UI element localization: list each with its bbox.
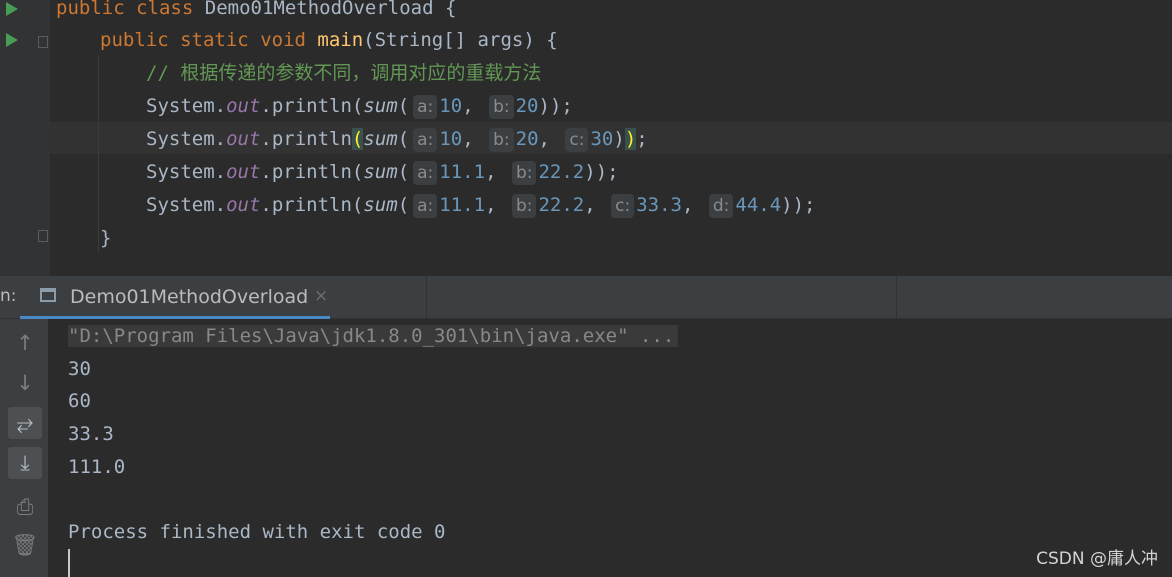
soft-wrap-icon[interactable]: ⥂ bbox=[8, 407, 42, 439]
divider bbox=[896, 276, 897, 318]
code-line-class-decl: public class Demo01MethodOverload { bbox=[56, 0, 457, 19]
scroll-to-end-icon[interactable]: ⤓ bbox=[8, 447, 42, 479]
param-hint: a: bbox=[413, 161, 438, 185]
editor-gutter bbox=[0, 0, 50, 276]
code-line-main-decl: public static void main(String[] args) { bbox=[100, 29, 558, 51]
code-editor[interactable]: public class Demo01MethodOverload { publ… bbox=[0, 0, 1172, 276]
param-hint: b: bbox=[511, 161, 537, 185]
console-output-line: 33.3 bbox=[68, 423, 114, 445]
indent-guide bbox=[98, 56, 99, 252]
code-line-call-current: System.out.println(sum(a: 10, b: 20, c: 30)… bbox=[146, 128, 648, 152]
text-caret bbox=[68, 549, 70, 577]
console-command-line: "D:\Program Files\Java\jdk1.8.0_301\bin\… bbox=[68, 322, 679, 350]
fold-icon[interactable] bbox=[38, 36, 48, 48]
console-output[interactable]: "D:\Program Files\Java\jdk1.8.0_301\bin\… bbox=[48, 319, 1172, 577]
code-line-call: System.out.println(sum(a: 11.1, b: 22.2, c… bbox=[146, 194, 816, 218]
watermark: CSDN @庸人冲 bbox=[1036, 549, 1158, 569]
arrow-down-icon[interactable]: ↓ bbox=[8, 367, 42, 399]
print-icon[interactable]: ⎙ bbox=[8, 491, 42, 523]
param-hint: b: bbox=[489, 95, 514, 119]
trash-icon[interactable]: 🗑 bbox=[8, 529, 42, 561]
console-output-line: 30 bbox=[68, 358, 91, 380]
param-hint: a: bbox=[413, 95, 438, 119]
code-line-call: System.out.println(sum(a: 11.1, b: 22.2)); bbox=[146, 161, 619, 185]
tab-demo01methodoverload[interactable]: Demo01MethodOverload × bbox=[20, 276, 330, 319]
divider bbox=[426, 276, 427, 318]
close-icon[interactable]: × bbox=[314, 286, 328, 306]
fold-icon[interactable] bbox=[38, 230, 48, 242]
run-class-icon[interactable] bbox=[6, 2, 18, 16]
tab-title: Demo01MethodOverload bbox=[70, 286, 309, 308]
code-closing-brace: } bbox=[100, 227, 112, 249]
param-hint: a: bbox=[413, 194, 438, 218]
code-line-call: System.out.println(sum(a: 10, b: 20)); bbox=[146, 95, 573, 119]
param-hint: c: bbox=[565, 128, 589, 152]
run-main-icon[interactable] bbox=[6, 33, 18, 47]
console-icon bbox=[40, 288, 56, 302]
param-hint: a: bbox=[413, 128, 438, 152]
param-hint: d: bbox=[708, 194, 734, 218]
run-toolbar: ↑ ↓ ⥂ ⤓ ⎙ 🗑 bbox=[0, 319, 48, 577]
param-hint: b: bbox=[511, 194, 537, 218]
console-exit-message: Process finished with exit code 0 bbox=[68, 521, 446, 543]
console-output-line: 60 bbox=[68, 390, 91, 412]
run-panel-header: n: Demo01MethodOverload × bbox=[0, 276, 1172, 319]
param-hint: b: bbox=[489, 128, 514, 152]
code-comment: // 根据传递的参数不同，调用对应的重载方法 bbox=[146, 62, 542, 84]
param-hint: c: bbox=[611, 194, 635, 218]
run-panel-label: n: bbox=[0, 286, 17, 306]
arrow-up-icon[interactable]: ↑ bbox=[8, 327, 42, 359]
console-output-line: 111.0 bbox=[68, 456, 126, 478]
